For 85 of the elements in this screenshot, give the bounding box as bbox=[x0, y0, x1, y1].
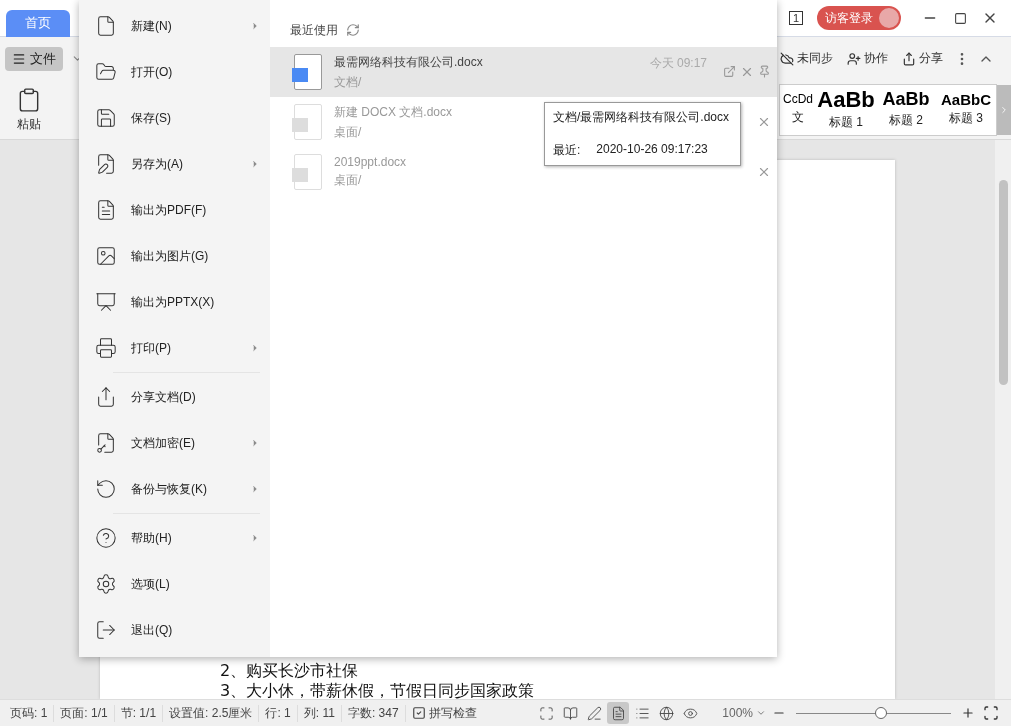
share-icon bbox=[95, 386, 117, 408]
eye-icon bbox=[682, 705, 698, 721]
book-icon bbox=[562, 705, 578, 721]
file-key-icon bbox=[95, 432, 117, 454]
file-menu-item[interactable]: 帮助(H) bbox=[79, 515, 270, 561]
settings-icon bbox=[95, 573, 117, 595]
menu-icon bbox=[12, 51, 26, 66]
image-icon bbox=[95, 245, 117, 267]
file-name: 最需网络科技有限公司.docx bbox=[334, 53, 483, 71]
file-menu-item[interactable]: 新建(N) bbox=[79, 3, 270, 49]
save-icon bbox=[95, 107, 117, 129]
tooltip-time: 2020-10-26 09:17:23 bbox=[596, 142, 708, 158]
file-name: 2019ppt.docx bbox=[334, 155, 407, 169]
status-item: 节: 1/1 bbox=[114, 704, 164, 722]
file-menu-item[interactable]: 输出为PPTX(X) bbox=[79, 279, 270, 325]
file-folder: 文档/ bbox=[334, 73, 362, 91]
remove-icon[interactable] bbox=[757, 165, 771, 179]
file-menu-item[interactable]: 打开(O) bbox=[79, 49, 270, 95]
status-item: 字数: 347 bbox=[341, 704, 406, 722]
fit-page-icon[interactable] bbox=[983, 705, 999, 721]
share-icon bbox=[902, 51, 916, 66]
document-text-line: 2、购买长沙市社保 bbox=[220, 661, 360, 681]
maximize-icon[interactable] bbox=[953, 11, 967, 25]
document-text-line: 3、大小休，带薪休假，节假日同步国家政策 bbox=[220, 681, 536, 699]
file-menu-item[interactable]: 输出为图片(G) bbox=[79, 233, 270, 279]
zoom-dropdown[interactable]: 100% bbox=[716, 705, 772, 721]
file-name: 新建 DOCX 文档.docx bbox=[334, 103, 453, 121]
page-view-icon bbox=[610, 705, 626, 721]
document-count[interactable]: 1 bbox=[788, 11, 803, 25]
file-folder: 桌面/ bbox=[334, 172, 362, 189]
tooltip-path: 文档/最需网络科技有限公司.docx bbox=[553, 109, 730, 126]
exit-icon bbox=[95, 619, 117, 641]
recent-file-row[interactable]: 最需网络科技有限公司.docx 文档/ 今天 09:17 bbox=[270, 47, 777, 97]
spell-check-button[interactable]: 拼写检查 bbox=[405, 704, 483, 722]
presentation-icon bbox=[95, 291, 117, 313]
fullscreen-icon bbox=[538, 705, 554, 721]
file-menu-item[interactable]: 文档加密(E) bbox=[79, 420, 270, 466]
status-item: 行: 1 bbox=[259, 704, 298, 722]
avatar-icon bbox=[879, 8, 899, 28]
print-icon bbox=[95, 337, 117, 359]
vertical-scrollbar[interactable] bbox=[995, 140, 1011, 699]
check-icon bbox=[411, 706, 426, 720]
restore-icon bbox=[95, 478, 117, 500]
cloud-icon bbox=[780, 51, 794, 66]
caret-icon bbox=[756, 708, 766, 718]
status-item: 列: 11 bbox=[297, 704, 342, 722]
user-plus-icon bbox=[847, 51, 861, 66]
status-item: 设置值: 2.5厘米 bbox=[163, 704, 260, 722]
collab-button[interactable]: 协作 bbox=[844, 50, 891, 67]
remove-icon[interactable] bbox=[757, 115, 771, 129]
file-menu-item[interactable]: 备份与恢复(K) bbox=[79, 466, 270, 512]
help-icon bbox=[95, 527, 117, 549]
open-location-icon[interactable] bbox=[723, 65, 736, 78]
view-mode-button[interactable] bbox=[607, 702, 630, 724]
file-menu-item[interactable]: 另存为(A) bbox=[79, 141, 270, 187]
pin-icon[interactable] bbox=[758, 65, 771, 78]
remove-icon[interactable] bbox=[740, 65, 754, 79]
file-pen-icon bbox=[95, 153, 117, 175]
status-item: 页码: 1 bbox=[4, 704, 55, 722]
sync-button[interactable]: 未同步 bbox=[777, 50, 836, 67]
login-button[interactable]: 访客登录 bbox=[817, 6, 901, 30]
globe-icon bbox=[658, 705, 674, 721]
file-menu-item[interactable]: 输出为PDF(F) bbox=[79, 187, 270, 233]
file-menu-button[interactable]: 文件 bbox=[5, 46, 63, 71]
file-menu-item[interactable]: 退出(Q) bbox=[79, 607, 270, 653]
status-item: 页面: 1/1 bbox=[54, 704, 115, 722]
tooltip-label: 最近: bbox=[553, 142, 581, 159]
chevron-right-icon bbox=[999, 104, 1009, 115]
pdf-file-icon bbox=[95, 199, 117, 221]
share-button[interactable]: 分享 bbox=[899, 50, 946, 67]
paste-button[interactable]: 粘贴 bbox=[10, 85, 48, 134]
file-menu-item[interactable]: 打印(P) bbox=[79, 325, 270, 371]
file-menu-item[interactable]: 保存(S) bbox=[79, 95, 270, 141]
file-time: 今天 09:17 bbox=[649, 55, 707, 72]
file-menu-item[interactable]: 选项(L) bbox=[79, 561, 270, 607]
folder-icon bbox=[95, 61, 117, 83]
list-icon bbox=[634, 705, 650, 721]
recent-title: 最近使用 bbox=[290, 21, 338, 39]
file-menu-item[interactable]: 分享文档(D) bbox=[79, 374, 270, 420]
zoom-in-icon[interactable] bbox=[961, 706, 975, 720]
zoom-slider-thumb[interactable] bbox=[875, 707, 888, 719]
refresh-icon[interactable] bbox=[346, 23, 360, 37]
new-file-icon bbox=[95, 15, 117, 37]
pen-icon bbox=[586, 705, 602, 721]
file-folder: 桌面/ bbox=[334, 123, 362, 141]
